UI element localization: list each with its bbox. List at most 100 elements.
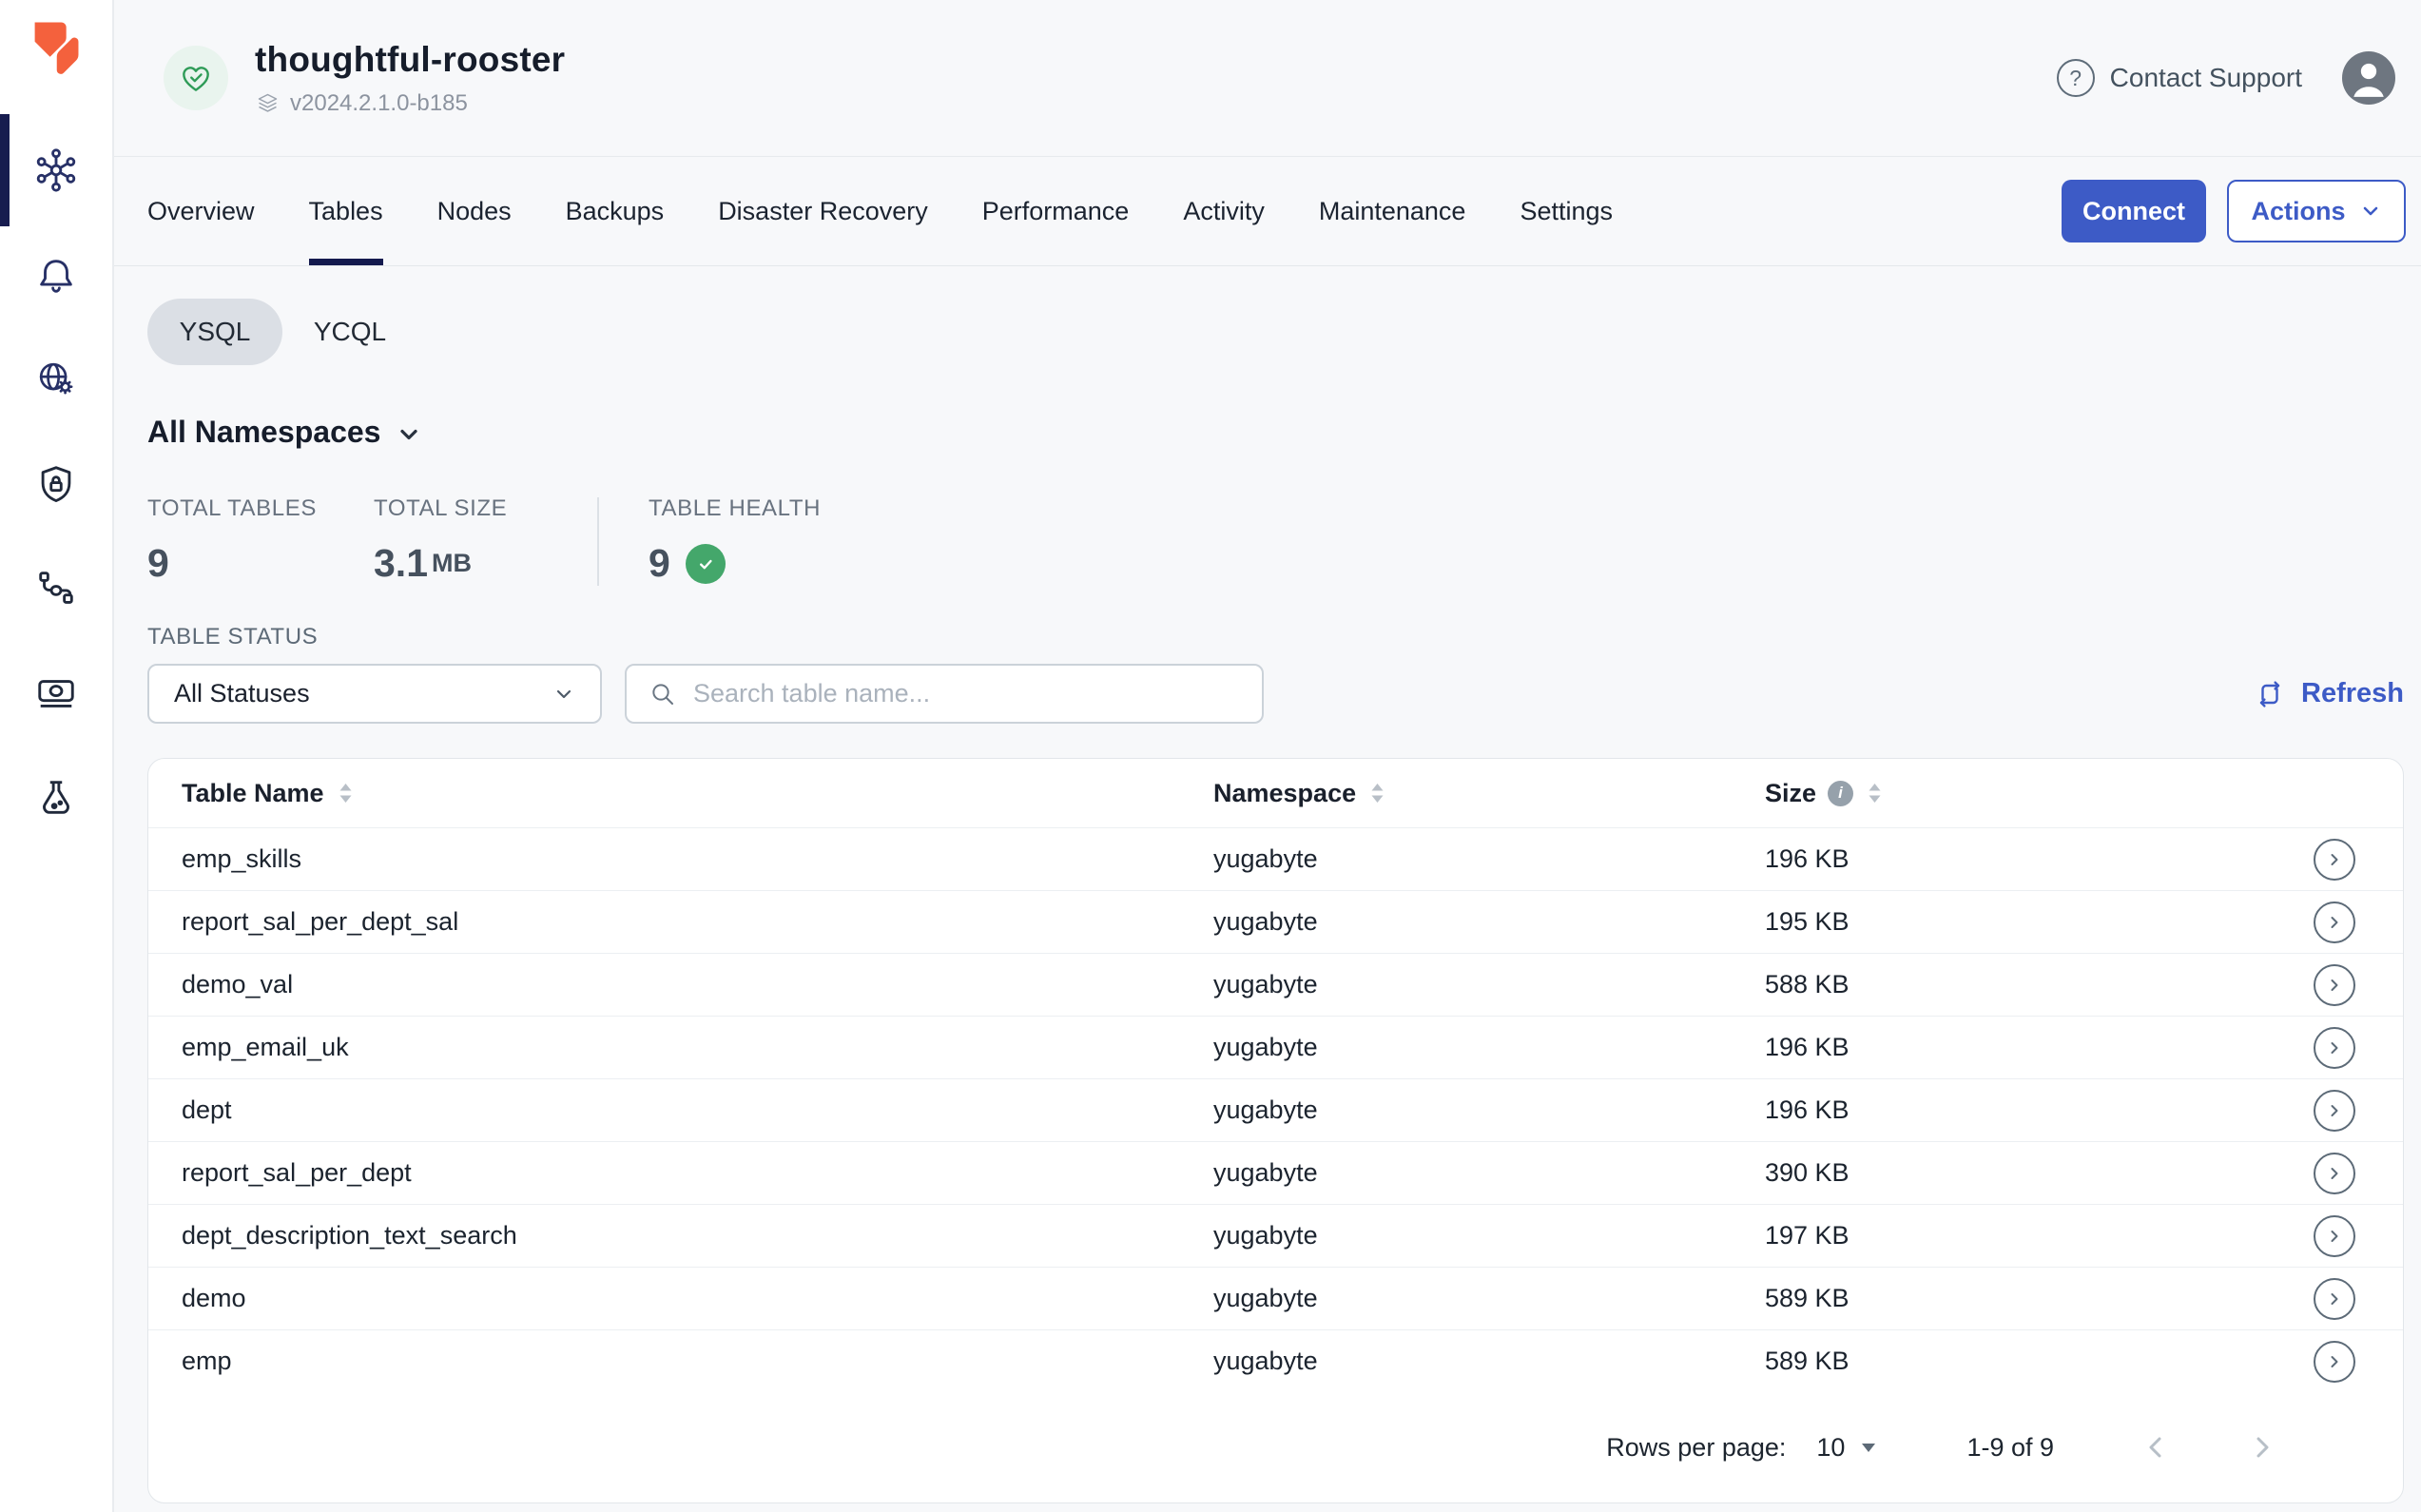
tab-activity[interactable]: Activity <box>1183 157 1265 265</box>
row-expand-button[interactable] <box>2314 1090 2355 1132</box>
namespace-cell: yugabyte <box>1213 1033 1765 1062</box>
row-expand-button[interactable] <box>2314 839 2355 881</box>
table-row[interactable]: emp_email_uk yugabyte 196 KB <box>148 1016 2403 1078</box>
column-header-namespace[interactable]: Namespace <box>1213 779 1765 808</box>
sort-icon[interactable] <box>1867 782 1883 804</box>
table-row[interactable]: report_sal_per_dept yugabyte 390 KB <box>148 1141 2403 1204</box>
cluster-version: v2024.2.1.0-b185 <box>290 90 468 117</box>
size-cell: 196 KB <box>1765 844 2314 874</box>
row-expand-button[interactable] <box>2314 1027 2355 1069</box>
sidebar-item-billing[interactable] <box>0 641 112 746</box>
table-row[interactable]: report_sal_per_dept_sal yugabyte 195 KB <box>148 890 2403 953</box>
sidebar-item-integrations[interactable] <box>0 536 112 641</box>
sidebar <box>0 0 114 1512</box>
user-avatar[interactable] <box>2342 51 2395 105</box>
cluster-health-badge <box>164 46 228 110</box>
previous-page-button[interactable] <box>2141 1433 2170 1462</box>
table-header-row: Table Name Namespace Size i <box>148 759 2403 827</box>
contact-support-link[interactable]: Contact Support <box>2110 63 2302 93</box>
refresh-button[interactable]: Refresh <box>2253 677 2404 711</box>
table-row[interactable]: emp yugabyte 589 KB <box>148 1329 2403 1392</box>
chevron-right-icon <box>2325 1227 2344 1246</box>
health-check-icon <box>686 544 726 584</box>
row-expand-button[interactable] <box>2314 901 2355 943</box>
table-name-cell: emp_email_uk <box>182 1033 1213 1062</box>
namespace-dropdown[interactable]: All Namespaces <box>147 415 2404 450</box>
table-row[interactable]: demo_val yugabyte 588 KB <box>148 953 2403 1016</box>
toggle-ysql[interactable]: YSQL <box>147 299 282 365</box>
sidebar-item-clusters[interactable] <box>0 118 112 223</box>
size-cell: 588 KB <box>1765 970 2314 999</box>
stats-divider <box>597 497 599 586</box>
namespace-cell: yugabyte <box>1213 970 1765 999</box>
table-row[interactable]: dept yugabyte 196 KB <box>148 1078 2403 1141</box>
row-expand-button[interactable] <box>2314 1153 2355 1194</box>
shield-lock-icon <box>34 462 78 506</box>
stat-label: TOTAL SIZE <box>374 495 597 522</box>
stat-total-tables: TOTAL TABLES 9 <box>147 495 374 586</box>
tab-tables[interactable]: Tables <box>309 157 383 265</box>
row-expand-button[interactable] <box>2314 964 2355 1006</box>
namespace-cell: yugabyte <box>1213 1095 1765 1125</box>
banknote-icon <box>34 671 78 715</box>
rows-per-page-value[interactable]: 10 <box>1816 1433 1845 1463</box>
table-row[interactable]: emp_skills yugabyte 196 KB <box>148 827 2403 890</box>
column-header-size[interactable]: Size i <box>1765 779 2314 808</box>
search-icon <box>648 679 678 709</box>
tab-performance[interactable]: Performance <box>982 157 1130 265</box>
search-input[interactable] <box>693 679 1241 708</box>
filter-block: TABLE STATUS All Statuses <box>147 624 2404 724</box>
tab-settings[interactable]: Settings <box>1520 157 1613 265</box>
layers-icon <box>255 90 281 116</box>
pagination-range: 1-9 of 9 <box>1966 1433 2054 1463</box>
tab-nodes[interactable]: Nodes <box>437 157 512 265</box>
stat-value: 3.1MB <box>374 541 597 586</box>
chevron-right-icon <box>2325 1038 2344 1057</box>
table-row[interactable]: demo yugabyte 589 KB <box>148 1267 2403 1329</box>
row-expand-button[interactable] <box>2314 1278 2355 1320</box>
sort-icon[interactable] <box>1369 782 1385 804</box>
status-select[interactable]: All Statuses <box>147 664 602 724</box>
cluster-title-block: thoughtful-rooster v2024.2.1.0-b185 <box>255 40 565 117</box>
rows-per-page-caret-icon[interactable] <box>1858 1437 1879 1458</box>
tab-disaster-recovery[interactable]: Disaster Recovery <box>718 157 928 265</box>
sidebar-item-alerts[interactable] <box>0 223 112 327</box>
chevron-right-icon <box>2248 1433 2276 1462</box>
help-icon[interactable]: ? <box>2057 59 2095 97</box>
column-header-table-name[interactable]: Table Name <box>182 779 1213 808</box>
namespace-cell: yugabyte <box>1213 907 1765 937</box>
table-name-cell: report_sal_per_dept <box>182 1158 1213 1188</box>
table-row[interactable]: dept_description_text_search yugabyte 19… <box>148 1204 2403 1267</box>
size-cell: 196 KB <box>1765 1095 2314 1125</box>
chevron-right-icon <box>2325 850 2344 869</box>
row-expand-button[interactable] <box>2314 1215 2355 1257</box>
info-icon[interactable]: i <box>1828 781 1853 806</box>
sidebar-item-cloud-settings[interactable] <box>0 327 112 432</box>
tab-maintenance[interactable]: Maintenance <box>1319 157 1466 265</box>
pagination: Rows per page: 10 1-9 of 9 <box>148 1392 2403 1502</box>
sidebar-item-labs[interactable] <box>0 746 112 850</box>
rows-per-page-label: Rows per page: <box>1606 1433 1786 1463</box>
tab-overview[interactable]: Overview <box>147 157 255 265</box>
person-icon <box>2342 51 2395 105</box>
tab-backups[interactable]: Backups <box>566 157 665 265</box>
stat-label: TABLE HEALTH <box>649 495 821 522</box>
table-name-cell: dept <box>182 1095 1213 1125</box>
table-name-cell: dept_description_text_search <box>182 1221 1213 1250</box>
namespace-cell: yugabyte <box>1213 1221 1765 1250</box>
table-name-cell: demo <box>182 1284 1213 1313</box>
row-expand-button[interactable] <box>2314 1341 2355 1383</box>
cluster-name: thoughtful-rooster <box>255 40 565 80</box>
flask-icon <box>34 776 78 820</box>
connect-button[interactable]: Connect <box>2062 180 2206 242</box>
heart-check-icon <box>178 60 214 96</box>
chevron-right-icon <box>2325 913 2344 932</box>
stat-value: 9 <box>147 541 374 586</box>
namespace-cell: yugabyte <box>1213 1347 1765 1376</box>
next-page-button[interactable] <box>2248 1433 2276 1462</box>
sort-icon[interactable] <box>338 782 354 804</box>
actions-button[interactable]: Actions <box>2227 180 2406 242</box>
yugabyte-logo[interactable] <box>26 15 87 76</box>
toggle-ycql[interactable]: YCQL <box>282 299 417 365</box>
sidebar-item-security[interactable] <box>0 432 112 536</box>
